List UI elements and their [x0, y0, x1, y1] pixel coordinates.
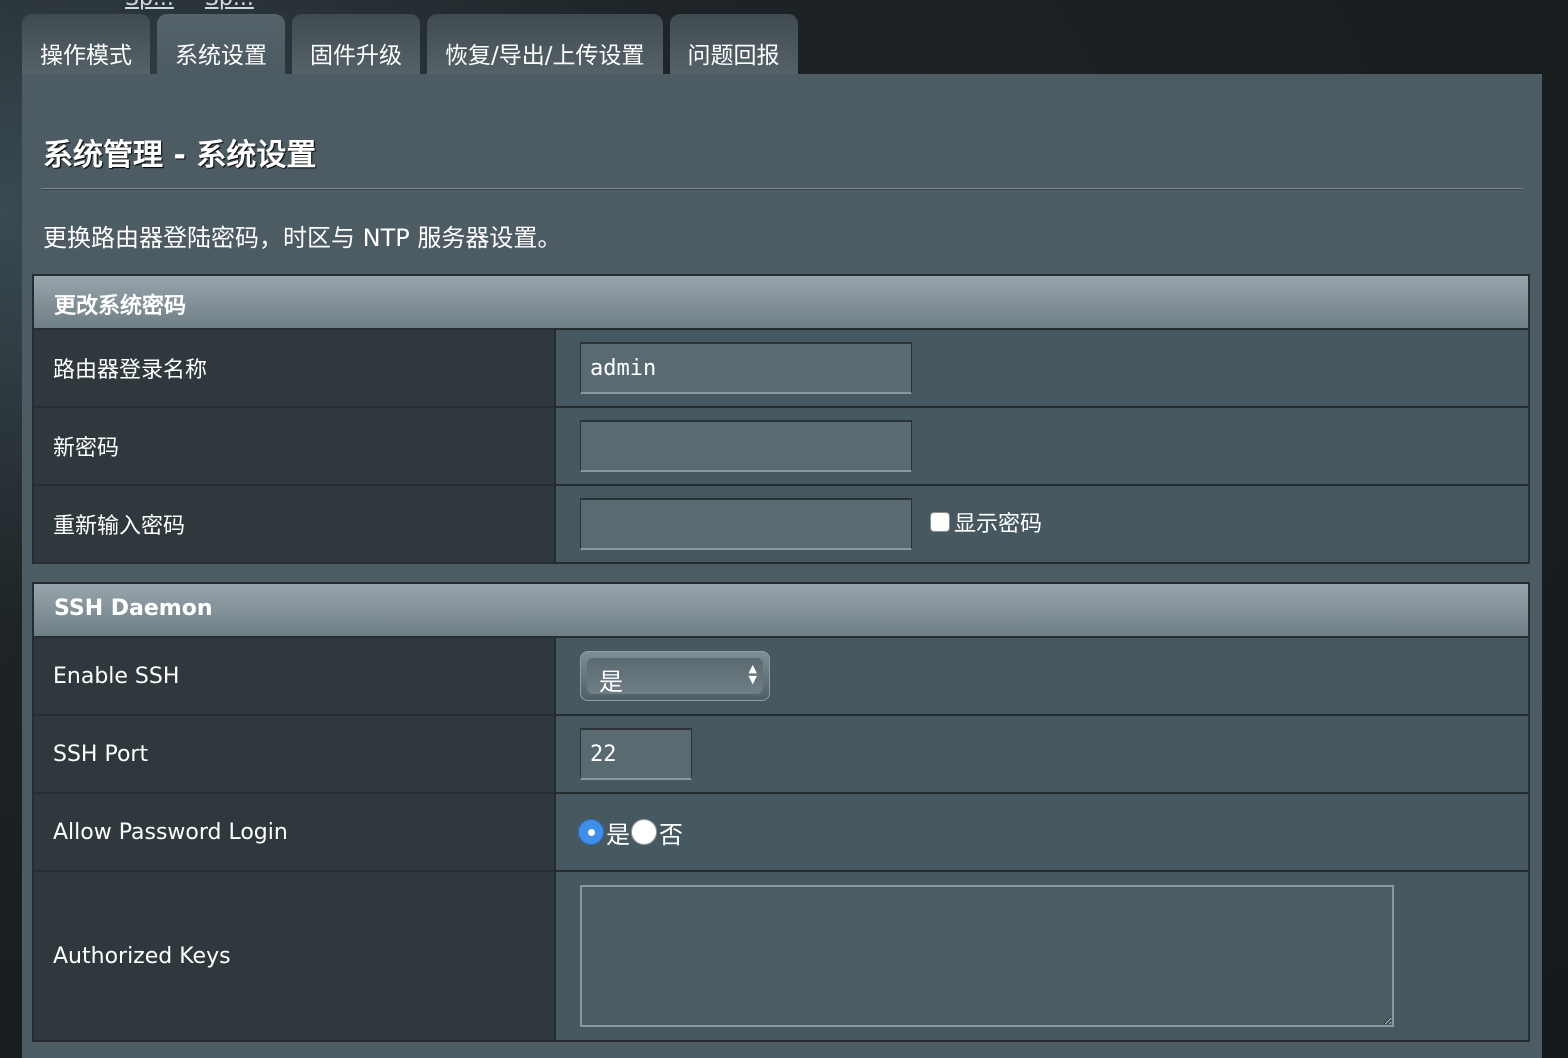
page-description: 更换路由器登陆密码，时区与 NTP 服务器设置。: [43, 224, 562, 252]
tab-bar: 操作模式 系统设置 固件升级 恢复/导出/上传设置 问题回报: [22, 14, 805, 74]
authorized-keys-textarea[interactable]: [580, 885, 1394, 1027]
updown-arrows-icon: ▲ ▼: [748, 662, 757, 686]
authorized-keys-label: Authorized Keys: [34, 872, 556, 1040]
show-password-checkbox[interactable]: [930, 512, 950, 532]
main-panel: 系统管理 - 系统设置 更换路由器登陆密码，时区与 NTP 服务器设置。 更改系…: [22, 74, 1542, 1058]
authorized-keys-cell: [556, 872, 1528, 1040]
login-name-input[interactable]: [580, 342, 912, 394]
retype-password-cell: 显示密码: [556, 486, 1528, 562]
retype-password-row: 重新输入密码 显示密码: [34, 486, 1528, 562]
tab-firmware-upgrade[interactable]: 固件升级: [292, 14, 420, 74]
allow-password-cell: 是 否: [556, 794, 1528, 870]
ssh-section-header: SSH Daemon: [34, 584, 1528, 638]
title-divider: [41, 188, 1523, 190]
retype-password-label: 重新输入密码: [34, 486, 556, 562]
login-name-cell: [556, 330, 1528, 406]
login-name-row: 路由器登录名称: [34, 330, 1528, 408]
top-links: Sp... Sp...: [125, 0, 278, 11]
tab-operation-mode[interactable]: 操作模式: [22, 14, 150, 74]
password-section-header: 更改系统密码: [34, 276, 1528, 330]
enable-ssh-label: Enable SSH: [34, 638, 556, 714]
enable-ssh-cell: 是 ▲ ▼: [556, 638, 1528, 714]
ssh-port-input[interactable]: [580, 728, 692, 780]
ssh-section: SSH Daemon Enable SSH 是 ▲▼ SSH Port Allo…: [32, 582, 1530, 1042]
allow-password-yes-radio[interactable]: [578, 819, 604, 845]
top-link-2[interactable]: Sp...: [205, 0, 254, 11]
page-title: 系统管理 - 系统设置: [43, 138, 317, 173]
enable-ssh-selected-value: 是: [599, 668, 623, 696]
show-password-label: 显示密码: [954, 512, 1043, 537]
allow-password-label: Allow Password Login: [34, 794, 556, 870]
new-password-label: 新密码: [34, 408, 556, 484]
enable-ssh-select-face: 是 ▲ ▼: [587, 658, 763, 696]
allow-password-no-radio[interactable]: [631, 819, 657, 845]
allow-password-row: Allow Password Login 是 否: [34, 794, 1528, 872]
allow-password-no-label: 否: [659, 820, 683, 849]
authorized-keys-row: Authorized Keys: [34, 872, 1528, 1040]
tab-system-settings[interactable]: 系统设置: [157, 14, 285, 74]
new-password-row: 新密码: [34, 408, 1528, 486]
login-name-label: 路由器登录名称: [34, 330, 556, 406]
ssh-port-label: SSH Port: [34, 716, 556, 792]
enable-ssh-row: Enable SSH 是 ▲ ▼: [34, 638, 1528, 716]
password-section: 更改系统密码 路由器登录名称 新密码 重新输入密码 显示密码: [32, 274, 1530, 564]
retype-password-input[interactable]: [580, 498, 912, 550]
allow-password-yes-label: 是: [606, 820, 630, 849]
enable-ssh-select[interactable]: 是 ▲ ▼: [580, 651, 770, 701]
new-password-cell: [556, 408, 1528, 484]
tab-feedback[interactable]: 问题回报: [669, 14, 798, 74]
ssh-port-row: SSH Port: [34, 716, 1528, 794]
top-link-1[interactable]: Sp...: [125, 0, 174, 11]
show-password-option[interactable]: 显示密码: [930, 506, 1042, 538]
ssh-port-cell: [556, 716, 1528, 792]
new-password-input[interactable]: [580, 420, 912, 472]
tab-restore-save-upload[interactable]: 恢复/导出/上传设置: [427, 14, 663, 74]
